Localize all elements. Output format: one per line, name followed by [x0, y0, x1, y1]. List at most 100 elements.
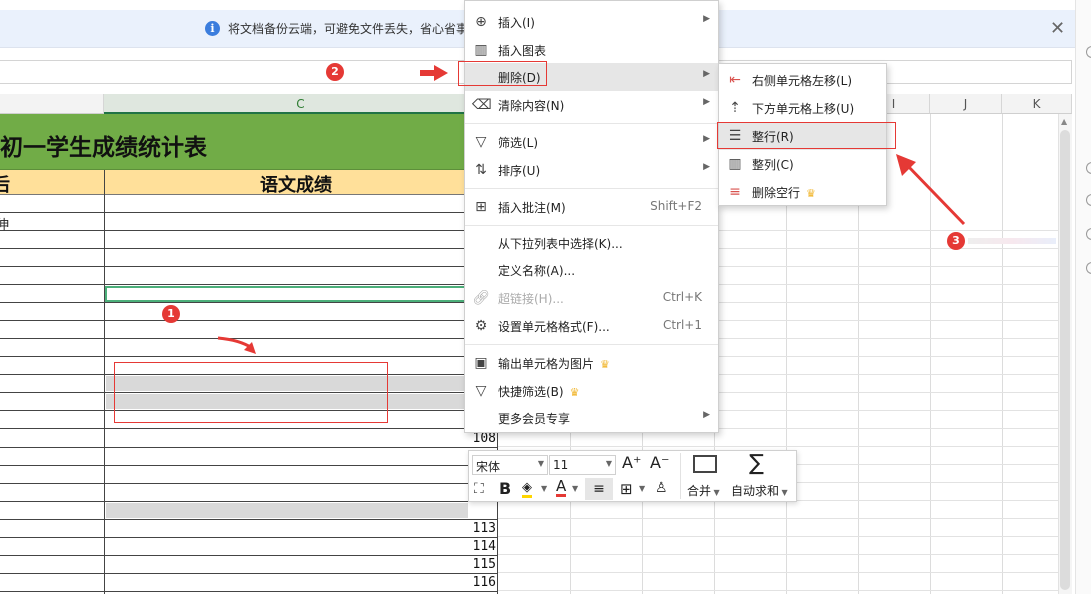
- image-icon: ▣: [474, 355, 488, 371]
- sum-icon[interactable]: ∑: [749, 451, 764, 476]
- sidebar-tool-icon[interactable]: [1086, 228, 1091, 240]
- format-painter-icon[interactable]: ⛶: [474, 481, 484, 497]
- menu-shortcut: Ctrl+1: [662, 318, 702, 332]
- annotation-arrow-2: [420, 65, 448, 81]
- table-row-border: [0, 537, 498, 538]
- annotation-arrow-1: [217, 336, 256, 354]
- table-row-border: [0, 248, 498, 249]
- merge-button[interactable]: 合并 ▼: [687, 482, 720, 499]
- filter-icon: ▽: [475, 134, 487, 150]
- menu-item-insert-chart[interactable]: ▥ 插入图表: [465, 36, 718, 64]
- menu-separator: [465, 188, 718, 189]
- submenu-item-label: 下方单元格上移(U): [752, 102, 855, 116]
- cell-row-number: 114: [472, 539, 496, 554]
- column-header-c[interactable]: C: [104, 94, 498, 114]
- submenu-arrow-icon: ▶: [703, 410, 710, 420]
- menu-item-label: 插入图表: [498, 44, 547, 58]
- chevron-down-icon: ▼: [779, 488, 788, 497]
- backup-notice-text: 将文档备份云端，可避免文件丢失，省心省事: [228, 22, 469, 36]
- chevron-down-icon[interactable]: ▼: [572, 484, 578, 493]
- menu-item-insert-comment[interactable]: ⊞ 插入批注(M) Shift+F2: [465, 193, 718, 221]
- align-center-icon[interactable]: ≡: [585, 478, 613, 500]
- submenu-item-shift-up[interactable]: ⇡ 下方单元格上移(U): [719, 94, 886, 122]
- submenu-item-shift-left[interactable]: ⇤ 右侧单元格左移(L): [719, 66, 886, 94]
- scrollbar-thumb[interactable]: [1060, 130, 1070, 590]
- mini-format-toolbar: 宋体 ▼ 11 ▼ A⁺ A⁻ 合并 ▼ ∑ 自动求和 ▼ ⛶ B ◈ ▼ A …: [468, 450, 797, 502]
- menu-shortcut: Shift+F2: [650, 199, 702, 213]
- column-header-j[interactable]: J: [930, 94, 1002, 114]
- sheet-title: 初一学生成绩统计表: [0, 134, 207, 161]
- sidebar-tool-icon[interactable]: [1086, 194, 1091, 206]
- table-row-border: [0, 573, 498, 574]
- submenu-item-delete-blank-rows[interactable]: ≡ 删除空行 ♛: [719, 178, 886, 206]
- grid-line: [498, 446, 1058, 447]
- annotation-smudge: [968, 238, 1056, 244]
- table-row-border: [0, 302, 498, 303]
- delete-column-icon: ▥: [728, 156, 742, 172]
- submenu-item-label: 右侧单元格左移(L): [752, 74, 853, 88]
- grid-line: [498, 536, 1058, 537]
- annotation-badge-3: 3: [947, 232, 965, 250]
- table-row-border: [0, 284, 498, 285]
- close-icon[interactable]: ✕: [1050, 18, 1065, 39]
- crown-icon: ♛: [806, 187, 816, 200]
- menu-item-label: 设置单元格格式(F)...: [498, 320, 610, 334]
- menu-item-label: 插入(I): [498, 16, 535, 30]
- sidebar-tool-icon[interactable]: [1086, 162, 1091, 174]
- info-icon: i: [205, 21, 220, 36]
- menu-item-label: 超链接(H)...: [498, 292, 564, 306]
- submenu-item-entire-column[interactable]: ▥ 整列(C): [719, 150, 886, 178]
- submenu-arrow-icon: ▶: [703, 14, 710, 24]
- font-name-select[interactable]: 宋体 ▼: [472, 455, 548, 475]
- decrease-font-button[interactable]: A⁻: [650, 453, 669, 472]
- clear-format-icon[interactable]: ♙: [655, 480, 668, 496]
- table-row-border: [0, 483, 498, 484]
- autosum-button[interactable]: 自动求和 ▼: [731, 482, 788, 499]
- menu-item-label: 从下拉列表中选择(K)...: [498, 237, 623, 251]
- merge-icon[interactable]: [693, 455, 717, 473]
- chevron-down-icon[interactable]: ▼: [639, 484, 645, 493]
- selected-cell[interactable]: [105, 286, 469, 302]
- submenu-arrow-icon: ▶: [703, 69, 710, 79]
- sheet-header-row[interactable]: [0, 170, 498, 195]
- bold-button[interactable]: B: [499, 479, 511, 498]
- menu-item-pick-from-list[interactable]: 从下拉列表中选择(K)...: [465, 229, 718, 257]
- annotation-arrow-3: [896, 154, 966, 226]
- table-row-border: [0, 591, 498, 592]
- chevron-down-icon[interactable]: ▼: [541, 484, 547, 493]
- menu-item-hyperlink[interactable]: 🔗︎ 超链接(H)... Ctrl+K: [465, 284, 718, 312]
- table-row-border: [0, 519, 498, 520]
- chevron-down-icon: ▼: [537, 459, 544, 468]
- menu-item-clear-contents[interactable]: ⌫ 清除内容(N) ▶: [465, 91, 718, 119]
- sidebar-tool-icon[interactable]: [1086, 262, 1091, 274]
- grid-line: [498, 554, 1058, 555]
- quick-filter-icon: ▽: [475, 383, 487, 399]
- menu-item-sort[interactable]: ⇅ 排序(U) ▶: [465, 156, 718, 184]
- borders-icon[interactable]: ⊞: [620, 480, 633, 498]
- menu-item-define-name[interactable]: 定义名称(A)...: [465, 256, 718, 284]
- font-size-value: 11: [553, 458, 569, 472]
- fill-color-icon[interactable]: ◈: [522, 481, 532, 498]
- annotation-box-delete: [458, 61, 547, 86]
- submenu-item-label: 整列(C): [752, 158, 794, 172]
- shift-up-icon: ⇡: [729, 100, 741, 116]
- scroll-up-icon[interactable]: ▲: [1061, 117, 1067, 126]
- menu-item-filter[interactable]: ▽ 筛选(L) ▶: [465, 128, 718, 156]
- table-row-border: [0, 447, 498, 448]
- table-row-border: [0, 465, 498, 466]
- menu-item-quick-filter[interactable]: ▽ 快捷筛选(B) ♛: [465, 377, 718, 405]
- menu-item-insert[interactable]: ⊕ 插入(I) ▶: [465, 8, 718, 36]
- menu-item-export-image[interactable]: ▣ 输出单元格为图片 ♛: [465, 349, 718, 377]
- increase-font-button[interactable]: A⁺: [622, 453, 641, 472]
- blank-row-highlight[interactable]: [106, 503, 468, 518]
- menu-item-more-vip[interactable]: 更多会员专享 ▶: [465, 404, 718, 432]
- format-cells-icon: ⚙: [474, 318, 488, 334]
- header-cell-chinese-score: 语文成绩: [260, 175, 332, 196]
- font-color-button[interactable]: A: [556, 478, 567, 497]
- font-size-select[interactable]: 11 ▼: [549, 455, 616, 475]
- chevron-down-icon: ▼: [605, 459, 612, 468]
- column-header-b[interactable]: [0, 94, 104, 114]
- menu-item-format-cells[interactable]: ⚙ 设置单元格格式(F)... Ctrl+1: [465, 312, 718, 340]
- column-header-k[interactable]: K: [1002, 94, 1072, 114]
- sidebar-tool-icon[interactable]: [1086, 46, 1091, 58]
